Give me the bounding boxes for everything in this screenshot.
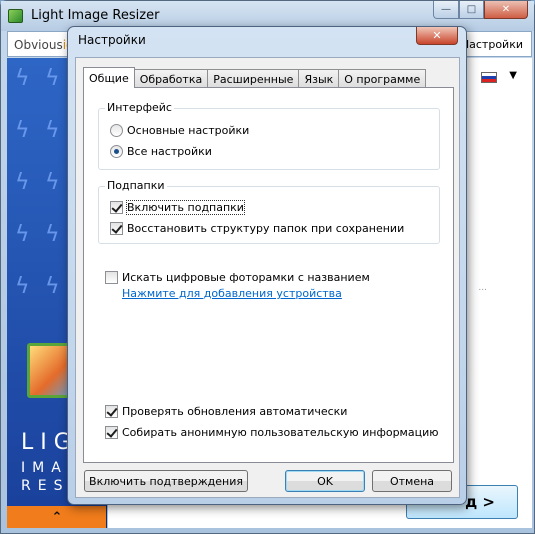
bolt-icon: ϟ <box>45 118 60 143</box>
checkbox-checked-icon[interactable] <box>110 201 123 214</box>
subfolders-group-label: Подпапки <box>105 179 167 192</box>
collect-info-label: Собирать анонимную пользовательскую инфо… <box>122 426 439 439</box>
settings-tabs: Общие Обработка Расширенные Язык О прогр… <box>83 67 427 88</box>
check-updates-checkbox[interactable]: Проверять обновления автоматически <box>105 405 347 418</box>
dialog-close-button[interactable]: ✕ <box>416 27 458 45</box>
bolt-icon: ϟ <box>45 274 60 299</box>
app-icon <box>8 9 23 23</box>
bolt-icon: ϟ <box>45 222 60 247</box>
dialog-title: Настройки <box>78 33 146 47</box>
general-tab-pane: Интерфейс Основные настройки Все настрой… <box>83 87 454 463</box>
brand-name: Obviousid <box>14 38 74 52</box>
checkbox-checked-icon[interactable] <box>105 426 118 439</box>
ellipsis-text: ... <box>478 283 487 293</box>
all-settings-label: Все настройки <box>127 145 212 158</box>
restore-structure-label: Восстановить структуру папок при сохране… <box>127 222 405 235</box>
bolt-icon: ϟ <box>45 66 60 91</box>
main-window-controls: — □ ✕ <box>433 1 528 19</box>
bolt-icon: ϟ <box>15 118 30 143</box>
maximize-button[interactable]: □ <box>459 1 484 19</box>
radio-checked-icon[interactable] <box>110 145 123 158</box>
tab-language[interactable]: Язык <box>298 69 340 88</box>
bolt-icon: ϟ <box>45 170 60 195</box>
tab-about[interactable]: О программе <box>338 69 427 88</box>
include-subfolders-checkbox[interactable]: Включить подпапки <box>110 200 245 215</box>
language-flag-icon[interactable] <box>481 72 497 83</box>
camera-search-checkbox[interactable]: Искать цифровые фоторамки с названием <box>105 271 370 284</box>
bolt-icon: ϟ <box>15 66 30 91</box>
restore-structure-checkbox[interactable]: Восстановить структуру папок при сохране… <box>110 222 404 235</box>
checkbox-unchecked-icon[interactable] <box>105 271 118 284</box>
bolt-icon: ϟ <box>15 274 30 299</box>
basic-settings-radio[interactable]: Основные настройки <box>110 124 249 137</box>
basic-settings-label: Основные настройки <box>127 124 250 137</box>
brand-prefix: Obvious <box>14 38 63 52</box>
collect-info-checkbox[interactable]: Собирать анонимную пользовательскую инфо… <box>105 426 439 439</box>
add-device-link[interactable]: Нажмите для добавления устройства <box>122 287 342 300</box>
collapse-button[interactable]: ⌃ <box>7 506 106 528</box>
subfolders-group: Подпапки Включить подпапки Восстановить … <box>98 179 440 244</box>
camera-search-label: Искать цифровые фоторамки с названием <box>122 271 370 284</box>
interface-group: Интерфейс Основные настройки Все настрой… <box>98 101 440 170</box>
dialog-body: Общие Обработка Расширенные Язык О прогр… <box>75 57 460 498</box>
tab-processing[interactable]: Обработка <box>133 69 209 88</box>
ok-button[interactable]: OK <box>285 470 365 492</box>
settings-dialog: Настройки ✕ Общие Обработка Расширенные … <box>67 26 467 505</box>
interface-group-label: Интерфейс <box>105 101 174 114</box>
chevron-down-icon[interactable]: ▼ <box>509 70 517 81</box>
radio-unchecked-icon[interactable] <box>110 124 123 137</box>
bolt-icon: ϟ <box>15 222 30 247</box>
main-close-button[interactable]: ✕ <box>484 1 528 19</box>
check-updates-label: Проверять обновления автоматически <box>122 405 348 418</box>
tab-advanced[interactable]: Расширенные <box>207 69 300 88</box>
checkbox-checked-icon[interactable] <box>110 222 123 235</box>
cancel-button[interactable]: Отмена <box>372 470 452 492</box>
main-settings-tab[interactable]: Настройки <box>461 38 523 51</box>
bolt-icon: ϟ <box>15 170 30 195</box>
enable-confirmations-button[interactable]: Включить подтверждения <box>84 470 248 492</box>
main-window-title: Light Image Resizer <box>31 8 160 23</box>
checkbox-checked-icon[interactable] <box>105 405 118 418</box>
minimize-button[interactable]: — <box>433 1 459 19</box>
tab-general[interactable]: Общие <box>83 67 135 88</box>
all-settings-radio[interactable]: Все настройки <box>110 145 212 158</box>
include-subfolders-label: Включить подпапки <box>126 200 245 215</box>
